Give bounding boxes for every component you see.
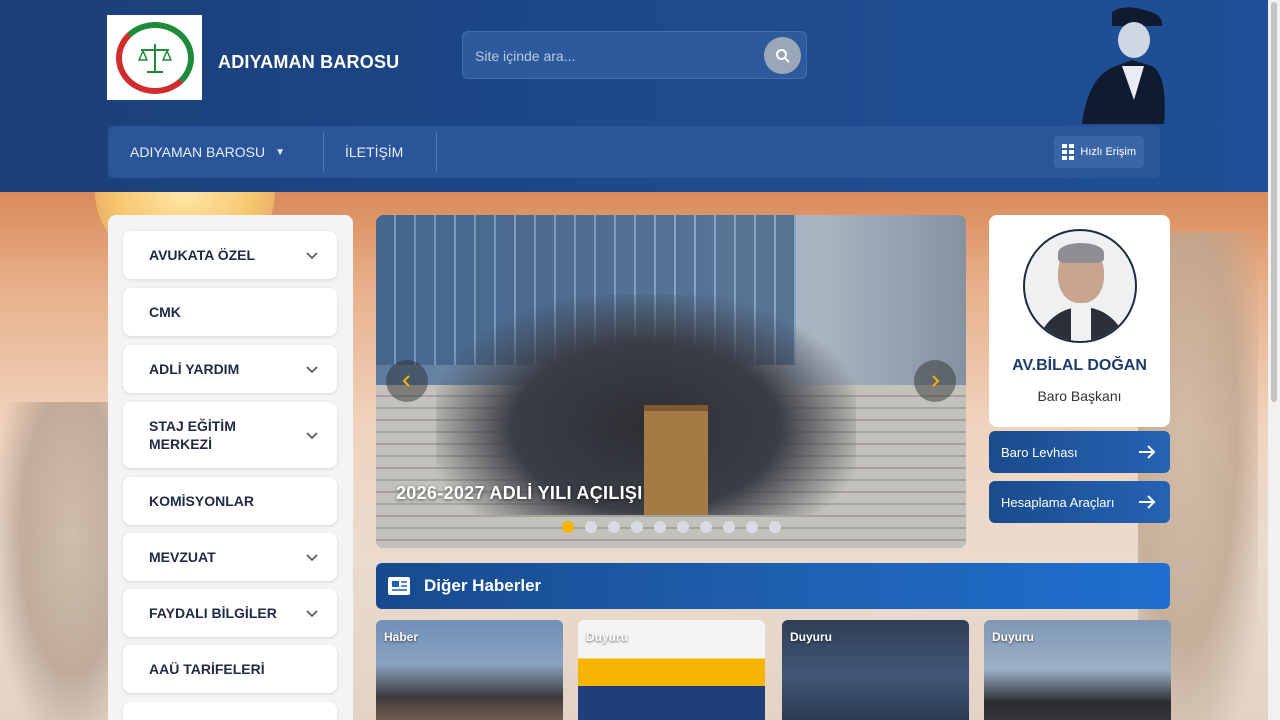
chevron-right-icon [932, 375, 940, 387]
arrow-right-icon [1139, 495, 1156, 509]
search-button[interactable] [764, 37, 801, 74]
chevron-down-icon [306, 432, 318, 440]
sidebar-item-aau-tarifeleri[interactable]: AAÜ TARİFELERİ [123, 645, 337, 693]
page-scrollbar[interactable] [1268, 0, 1280, 720]
slider-dot[interactable] [769, 521, 781, 533]
slider-dot[interactable] [631, 521, 643, 533]
chevron-down-icon [306, 366, 318, 374]
slider-dot[interactable] [723, 521, 735, 533]
sidebar-menu: AVUKATA ÖZEL CMK ADLİ YARDIM STAJ EĞİTİM… [108, 215, 353, 720]
scrollbar-thumb[interactable] [1271, 2, 1277, 402]
news-card-tag: Duyuru [586, 630, 628, 644]
slide-caption[interactable]: 2026-2027 ADLİ YILI AÇILIŞI [396, 483, 643, 504]
nav-divider [323, 132, 324, 172]
slider-prev-button[interactable] [386, 360, 428, 402]
news-card-tag: Haber [384, 630, 419, 644]
nav-item-iletisim[interactable]: İLETİŞİM [345, 126, 403, 178]
slider-dots [562, 521, 781, 533]
sidebar-item-cmk[interactable]: CMK [123, 288, 337, 336]
sidebar-item-faydali-bilgiler[interactable]: FAYDALI BİLGİLER [123, 589, 337, 637]
news-card[interactable]: Duyuru [984, 620, 1171, 720]
caret-down-icon: ▼ [275, 146, 286, 158]
news-card[interactable]: Duyuru [578, 620, 765, 720]
site-title[interactable]: ADIYAMAN BAROSU [218, 52, 399, 73]
baro-levhasi-button[interactable]: Baro Levhası [989, 431, 1170, 473]
bar-logo[interactable] [107, 15, 202, 100]
ataturk-portrait [1082, 7, 1165, 124]
slider-dot[interactable] [746, 521, 758, 533]
slider-dot[interactable] [700, 521, 712, 533]
nav-divider [436, 132, 437, 172]
hesaplama-araclari-button[interactable]: Hesaplama Araçları [989, 481, 1170, 523]
slider-dot[interactable] [654, 521, 666, 533]
slider-dot[interactable] [677, 521, 689, 533]
main-nav: ADIYAMAN BAROSU ▼ İLETİŞİM Hızlı Erişim [108, 126, 1160, 178]
news-card[interactable]: Haber [376, 620, 563, 720]
search-input[interactable] [475, 44, 755, 68]
news-card-tag: Duyuru [992, 630, 1034, 644]
chevron-down-icon [306, 252, 318, 260]
president-card[interactable]: AV.BİLAL DOĞAN Baro Başkanı [989, 215, 1170, 427]
slide-podium [644, 405, 708, 515]
news-card[interactable]: Duyuru [782, 620, 969, 720]
chevron-left-icon [402, 375, 410, 387]
president-title: Baro Başkanı [1037, 388, 1122, 404]
slider-dot[interactable] [562, 521, 574, 533]
newspaper-icon [388, 577, 410, 595]
search-icon [775, 48, 790, 63]
scales-icon [137, 43, 172, 73]
site-header: ADIYAMAN BAROSU ADIYAMAN BAROSU ▼ İLETİŞ… [0, 0, 1268, 192]
nav-item-adiyaman-barosu[interactable]: ADIYAMAN BAROSU ▼ [130, 126, 285, 178]
slider-next-button[interactable] [914, 360, 956, 402]
president-name: AV.BİLAL DOĞAN [1012, 357, 1147, 374]
news-card-tag: Duyuru [790, 630, 832, 644]
chevron-down-icon [306, 610, 318, 618]
chevron-down-icon [306, 554, 318, 562]
grid-icon [1062, 144, 1075, 160]
search-box [462, 31, 807, 79]
sidebar-item-staj-egitim[interactable]: STAJ EĞİTİM MERKEZİ [123, 402, 337, 468]
quick-access-button[interactable]: Hızlı Erişim [1054, 136, 1144, 168]
slider-dot[interactable] [585, 521, 597, 533]
sidebar-item-komisyonlar[interactable]: KOMİSYONLAR [123, 477, 337, 525]
sidebar-item-mevzuat[interactable]: MEVZUAT [123, 533, 337, 581]
statue-decoration-left [0, 402, 120, 720]
arrow-right-icon [1139, 445, 1156, 459]
sidebar-item-avukata-ozel[interactable]: AVUKATA ÖZEL [123, 231, 337, 279]
logo-emblem [115, 21, 194, 94]
news-section-header: Diğer Haberler [376, 563, 1170, 609]
sidebar-item-adli-yardim[interactable]: ADLİ YARDIM [123, 345, 337, 393]
slider-dot[interactable] [608, 521, 620, 533]
sidebar-item-more[interactable] [123, 702, 337, 720]
news-slider[interactable]: 2026-2027 ADLİ YILI AÇILIŞI [376, 215, 966, 548]
president-avatar [1023, 229, 1137, 343]
